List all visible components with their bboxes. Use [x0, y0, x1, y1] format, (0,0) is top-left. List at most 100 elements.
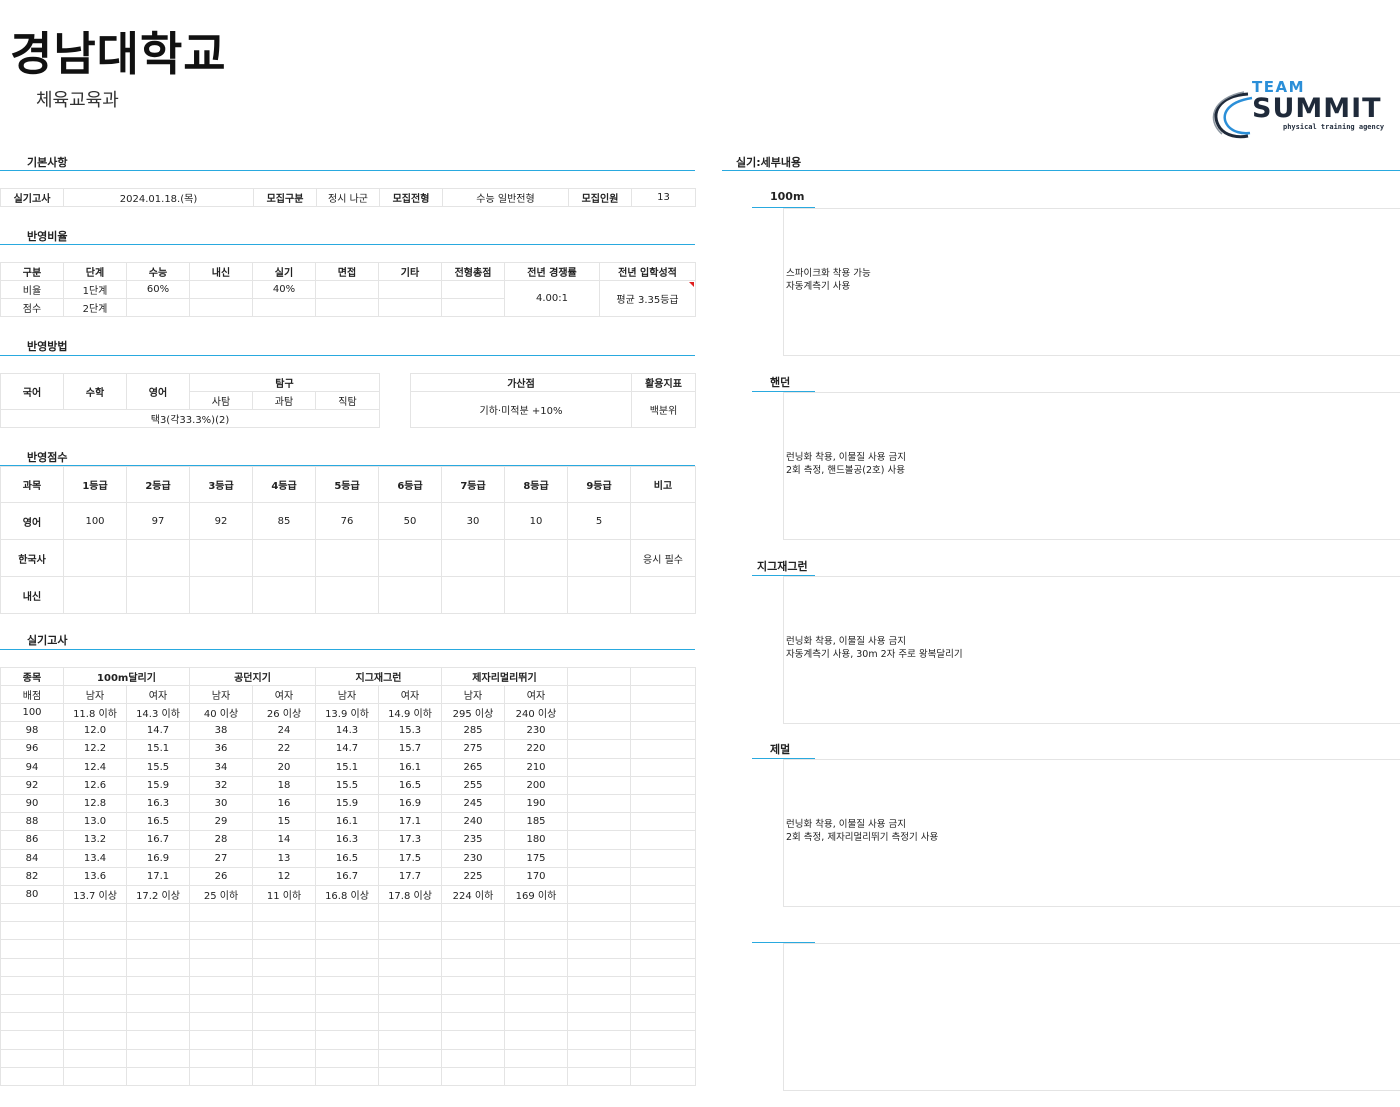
empty-cell: [126, 993, 190, 1014]
practical-cell: [630, 793, 696, 814]
empty-cell: [630, 1030, 696, 1050]
gender-male: 남자: [63, 685, 127, 704]
score-cell: 85: [252, 502, 316, 540]
empty-cell: [504, 1048, 568, 1068]
practical-cell: [567, 775, 631, 795]
practical-cell: 12.8: [63, 793, 127, 814]
practical-cell: 14.3 이하: [126, 702, 190, 723]
gender-male: 남자: [441, 685, 505, 704]
empty-cell: [441, 1012, 505, 1032]
practical-cell: 16.3: [126, 793, 190, 814]
practical-cell: 16: [252, 793, 316, 814]
ratio-header: 내신: [189, 262, 253, 281]
detail-text: 런닝화 착용, 이물질 사용 금지 자동계측기 사용, 30m 2자 주로 왕복달…: [786, 635, 963, 661]
practical-cell: 230: [504, 721, 568, 741]
empty-cell: [315, 1066, 379, 1086]
practical-cell: [567, 812, 631, 832]
practical-cell: 16.5: [378, 775, 442, 795]
section-title-basic: 기본사항: [27, 156, 68, 169]
empty-cell: [252, 921, 316, 941]
empty-cell: [63, 993, 127, 1014]
practical-cell: 17.3: [378, 830, 442, 850]
practical-cell: 285: [441, 721, 505, 741]
empty-cell: [0, 921, 64, 941]
section-title-detail: 실기:세부내용: [736, 156, 802, 169]
practical-cell: 96: [0, 739, 64, 759]
practical-cell: 245: [441, 793, 505, 814]
score-cell: [126, 539, 190, 577]
empty-cell: [630, 957, 696, 977]
empty-cell: [189, 993, 253, 1014]
score-cell: 응시 필수: [630, 539, 696, 577]
practical-cell: 185: [504, 812, 568, 832]
practical-cell: 82: [0, 866, 64, 886]
practical-cell: 16.5: [126, 812, 190, 832]
practical-cell: 16.7: [126, 830, 190, 850]
score-cell: [630, 502, 696, 540]
event-ball-throw: 공던지기: [189, 667, 316, 686]
practical-cell: 16.5: [315, 848, 379, 868]
score-cell: 내신: [0, 576, 64, 614]
empty-cell: [567, 1012, 631, 1032]
practical-cell: 20: [252, 757, 316, 777]
empty-cell: [378, 1030, 442, 1050]
empty-cell: [441, 921, 505, 941]
empty-cell: [189, 957, 253, 977]
practical-cell: 84: [0, 848, 64, 868]
empty-cell: [378, 1066, 442, 1086]
score-cell: 영어: [0, 502, 64, 540]
practical-cell: [567, 866, 631, 886]
empty-cell: [567, 903, 631, 923]
empty-cell: [126, 1048, 190, 1068]
practical-cell: 15.9: [315, 793, 379, 814]
practical-cell: 16.9: [126, 848, 190, 868]
practical-cell: 15.5: [126, 757, 190, 777]
practical-cell: 36: [189, 739, 253, 759]
empty-cell: [630, 1012, 696, 1032]
empty-cell: [315, 1030, 379, 1050]
prev-competition-value: 4.00:1: [504, 280, 600, 317]
practical-cell: 15.9: [126, 775, 190, 795]
method-vocational: 직탐: [315, 391, 380, 410]
empty-cell: [0, 1030, 64, 1050]
detail-title: 100m: [770, 190, 805, 203]
empty-cell: [441, 1048, 505, 1068]
bonus-label: 가산점: [410, 373, 632, 392]
practical-cell: 12.0: [63, 721, 127, 741]
ratio-cell: [315, 298, 379, 317]
empty-cell: [63, 975, 127, 996]
score-cell: 한국사: [0, 539, 64, 577]
score-cell: 50: [378, 502, 442, 540]
event-label: 종목: [0, 667, 64, 686]
practical-cell: 16.3: [315, 830, 379, 850]
detail-line: 스파이크화 착용 가능: [786, 268, 871, 279]
ratio-header: 전년 입학성적: [599, 262, 696, 281]
practical-cell: 18: [252, 775, 316, 795]
practical-cell: 275: [441, 739, 505, 759]
detail-title: 핸던: [770, 376, 791, 389]
score-cell: 100: [63, 502, 127, 540]
empty-cell: [567, 1066, 631, 1086]
empty-cell: [630, 1066, 696, 1086]
empty-cell: [189, 1048, 253, 1068]
practical-cell: 265: [441, 757, 505, 777]
empty-cell: [252, 1030, 316, 1050]
method-science: 과탐: [252, 391, 316, 410]
empty-cell: [567, 1030, 631, 1050]
ratio-cell: 1단계: [63, 280, 127, 299]
method-selection: 택3(각33.3%)(2): [0, 409, 380, 428]
practical-cell: 13: [252, 848, 316, 868]
practical-cell: 40 이상: [189, 702, 253, 723]
practical-cell: 13.6: [63, 866, 127, 886]
score-header: 4등급: [252, 466, 316, 503]
empty-cell: [567, 921, 631, 941]
detail-box: [783, 943, 1400, 1091]
practical-cell: 16.1: [315, 812, 379, 832]
empty-cell: [378, 975, 442, 996]
practical-cell: [630, 775, 696, 795]
score-cell: [504, 539, 568, 577]
practical-cell: 90: [0, 793, 64, 814]
score-table: 과목 1등급 2등급 3등급 4등급 5등급 6등급 7등급 8등급 9등급 비…: [0, 466, 696, 614]
practical-cell: 15.3: [378, 721, 442, 741]
practical-cell: [567, 702, 631, 723]
